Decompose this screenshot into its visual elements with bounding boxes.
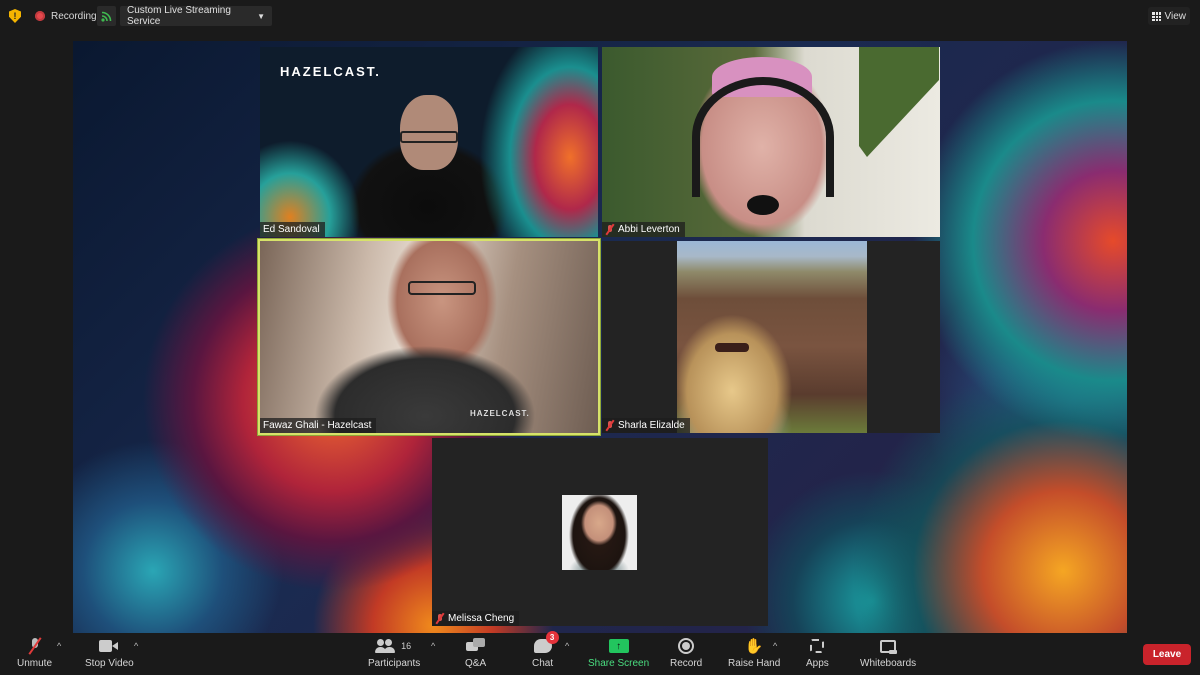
- meeting-controls-toolbar: Unmute ^ Stop Video ^ 16 Participants ^ …: [0, 631, 1200, 675]
- shield-icon[interactable]: !: [9, 9, 21, 23]
- apps-label: Apps: [806, 658, 829, 669]
- participant-name: Sharla Elizalde: [618, 420, 685, 431]
- muted-mic-icon: [605, 224, 615, 235]
- participant-video-detail: [692, 77, 834, 197]
- grid-view-icon: [1151, 11, 1161, 21]
- rss-stream-icon[interactable]: [97, 6, 116, 26]
- stop-video-label: Stop Video: [85, 658, 134, 669]
- profile-picture: [562, 495, 637, 570]
- muted-mic-icon: [29, 638, 41, 654]
- participant-name-tag: Abbi Leverton: [602, 222, 685, 237]
- record-button[interactable]: Record: [670, 637, 702, 669]
- video-camera-icon: [99, 640, 119, 652]
- participant-video-detail: [400, 131, 458, 143]
- whiteboards-button[interactable]: Whiteboards: [860, 637, 916, 669]
- top-bar: ! Recording Custom Live Streaming Servic…: [0, 0, 1200, 33]
- participant-name-tag: Melissa Cheng: [432, 611, 520, 626]
- record-icon: [678, 638, 695, 654]
- participants-icon: [375, 639, 397, 653]
- recording-indicator[interactable]: Recording: [35, 8, 97, 24]
- share-screen-icon: ↑: [608, 639, 629, 653]
- apps-icon: [810, 639, 825, 653]
- reactions-options-caret[interactable]: ^: [773, 641, 777, 651]
- muted-mic-icon: [435, 613, 445, 624]
- participants-options-caret[interactable]: ^: [431, 641, 435, 651]
- participant-video-detail: [408, 281, 476, 295]
- video-tile-abbi-leverton[interactable]: Abbi Leverton: [602, 47, 940, 237]
- participant-name: Fawaz Ghali - Hazelcast: [263, 420, 372, 431]
- video-tile-sharla-elizalde[interactable]: Sharla Elizalde: [602, 241, 940, 433]
- video-tile-fawaz-ghali-active-speaker[interactable]: HAZELCAST. Fawaz Ghali - Hazelcast: [258, 239, 600, 435]
- muted-mic-icon: [605, 420, 615, 431]
- qa-icon: [465, 638, 486, 654]
- participant-video-detail: [715, 343, 749, 352]
- participants-button[interactable]: 16 Participants: [368, 637, 420, 669]
- participant-name-tag: Sharla Elizalde: [602, 418, 690, 433]
- qa-label: Q&A: [465, 658, 487, 669]
- chat-options-caret[interactable]: ^: [565, 641, 569, 651]
- participant-name: Melissa Cheng: [448, 613, 515, 624]
- video-tile-melissa-cheng[interactable]: Melissa Cheng: [432, 438, 768, 626]
- recording-label: Recording: [51, 10, 97, 22]
- streaming-service-label: Custom Live Streaming Service: [127, 5, 231, 27]
- chat-button[interactable]: 3 Chat: [532, 631, 559, 669]
- participant-video-detail: [747, 195, 779, 215]
- whiteboard-icon: [880, 639, 898, 654]
- leave-button[interactable]: Leave: [1143, 644, 1191, 665]
- chat-label: Chat: [532, 658, 554, 669]
- recording-dot-icon: [35, 11, 45, 21]
- hazelcast-logo: HAZELCAST.: [280, 64, 381, 79]
- participant-name-tag: Fawaz Ghali - Hazelcast: [260, 418, 377, 433]
- unmute-label: Unmute: [17, 658, 53, 669]
- view-button[interactable]: View: [1147, 7, 1190, 25]
- participant-name-tag: Ed Sandoval: [260, 222, 325, 237]
- participants-label: Participants: [368, 658, 421, 669]
- participant-name: Ed Sandoval: [263, 224, 320, 235]
- video-tile-ed-sandoval[interactable]: HAZELCAST. Ed Sandoval: [260, 47, 598, 237]
- chevron-down-icon: ▼: [257, 11, 265, 21]
- unmute-button[interactable]: Unmute: [17, 637, 52, 669]
- chat-unread-badge: 3: [545, 631, 559, 644]
- participants-count: 16: [401, 641, 412, 651]
- participant-video: [677, 241, 867, 433]
- audio-options-caret[interactable]: ^: [57, 641, 61, 651]
- shirt-logo: HAZELCAST.: [470, 409, 530, 418]
- streaming-service-dropdown[interactable]: Custom Live Streaming Service ▼: [120, 5, 272, 27]
- raise-hand-label: Raise Hand: [728, 658, 781, 669]
- share-screen-button[interactable]: ↑ Share Screen: [588, 637, 649, 669]
- stop-video-button[interactable]: Stop Video: [85, 637, 134, 669]
- participant-video-background: [859, 47, 939, 157]
- video-options-caret[interactable]: ^: [134, 641, 138, 651]
- record-label: Record: [670, 658, 703, 669]
- qa-button[interactable]: Q&A: [465, 637, 486, 669]
- zoom-meeting-window: ! Recording Custom Live Streaming Servic…: [0, 0, 1200, 675]
- hand-icon: ✋: [744, 637, 764, 655]
- apps-button[interactable]: Apps: [806, 637, 829, 669]
- participant-name: Abbi Leverton: [618, 224, 680, 235]
- whiteboards-label: Whiteboards: [860, 658, 917, 669]
- share-screen-label: Share Screen: [588, 658, 650, 669]
- view-label: View: [1164, 10, 1187, 22]
